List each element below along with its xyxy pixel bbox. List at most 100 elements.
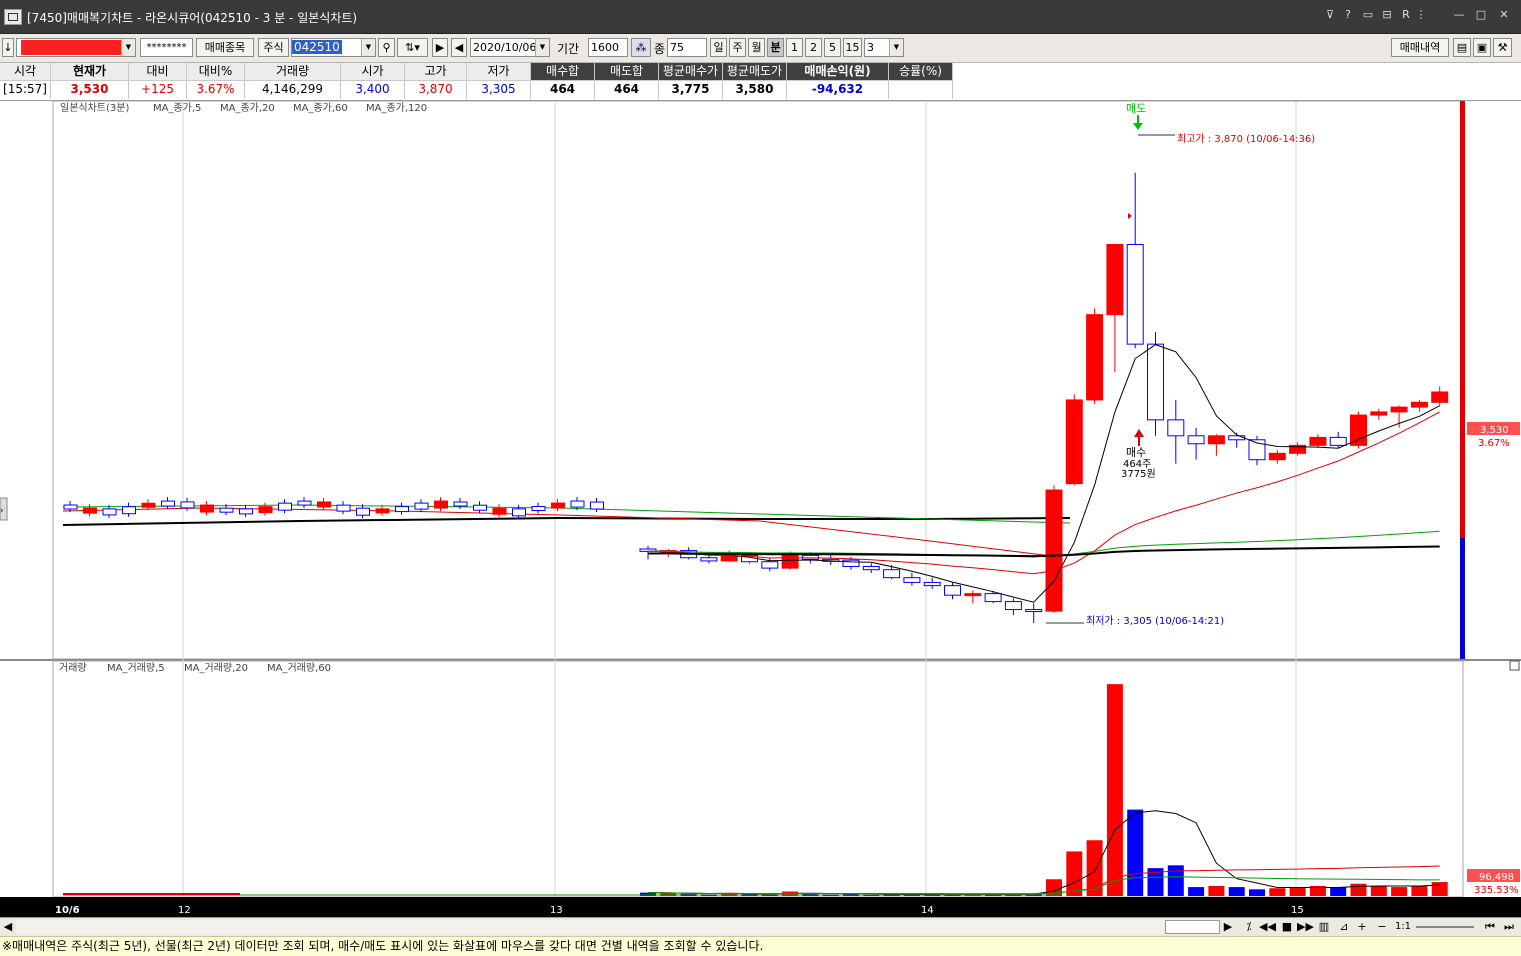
scroll-right-icon[interactable]: ▶: [1222, 920, 1234, 934]
period-label: 기간: [557, 42, 580, 56]
header-sell-sum: 매도합: [595, 63, 659, 81]
header-change-pct: 대비%: [187, 63, 245, 81]
buy-marker-label: 매수: [1126, 446, 1146, 459]
x-axis-label: 10/6: [55, 905, 80, 916]
help-icon[interactable]: ?: [1341, 8, 1355, 22]
maximize-button[interactable]: □: [1474, 8, 1488, 22]
volume-bar: [1370, 885, 1387, 896]
window-tile-icon[interactable]: ▭: [1361, 8, 1375, 22]
volume-bar: [1411, 885, 1428, 896]
chevron-down-icon[interactable]: ▼: [361, 39, 375, 56]
header-buy-sum: 매수합: [531, 63, 595, 81]
date-value: 2020/10/06: [473, 41, 537, 54]
chart-type-icon[interactable]: ▥: [1316, 920, 1332, 934]
volume-bar: [1167, 865, 1184, 896]
folder-open-icon[interactable]: ▤: [1453, 38, 1471, 57]
x-axis-label: 13: [550, 905, 563, 916]
volume-legend-title: 거래량: [59, 662, 87, 674]
app-icon[interactable]: [4, 9, 22, 25]
price-panel-frame: [52, 101, 1464, 660]
grid-settings-icon[interactable]: ⁂: [631, 38, 651, 57]
refresh-r-icon[interactable]: R: [1399, 8, 1413, 22]
candle: [1065, 394, 1083, 486]
date-input[interactable]: 2020/10/06 ▼: [470, 38, 550, 57]
minute-1-button[interactable]: 1: [786, 38, 803, 57]
volume-bar: [1330, 887, 1347, 896]
minimize-button[interactable]: —: [1452, 8, 1466, 22]
volume-legend-ma20: MA_거래량,20: [184, 662, 248, 674]
value-volume: 4,146,299: [245, 81, 341, 99]
rewind-icon[interactable]: ◀◀: [1259, 920, 1276, 934]
go-end-left-icon[interactable]: ⏮: [1483, 920, 1497, 934]
interval-value: 3: [867, 41, 874, 54]
minute-2-button[interactable]: 2: [805, 38, 822, 57]
price-legend-ma120: MA_종가,120: [366, 102, 427, 114]
sort-select[interactable]: ⇅▾: [397, 38, 428, 57]
indicator-icon[interactable]: ⊿: [1336, 920, 1352, 934]
value-time: [15:57]: [0, 81, 51, 99]
scroll-thumb[interactable]: [1165, 920, 1220, 934]
interval-select[interactable]: 3 ▼: [864, 38, 904, 57]
window-split-icon[interactable]: ⊟: [1380, 8, 1394, 22]
zoom-in-icon[interactable]: +: [1355, 920, 1369, 934]
go-end-right-icon[interactable]: ⏭: [1502, 920, 1516, 934]
prev-arrow-icon[interactable]: ◀: [451, 38, 467, 57]
pin-icon[interactable]: ⊽: [1323, 8, 1337, 22]
trade-items-button[interactable]: 매매종목: [196, 38, 254, 57]
header-avg-sell: 평균매도가: [723, 63, 787, 81]
edit-icon[interactable]: ⁒: [1242, 920, 1256, 934]
market-select[interactable]: 주식: [258, 38, 289, 57]
price-position-bar-blue: [1460, 538, 1465, 659]
minute-button[interactable]: 분: [767, 38, 784, 57]
chart-area[interactable]: › 일본식차트(3분) MA_종가,5 MA_종가,20 MA_종가,60 MA…: [0, 101, 1521, 917]
value-winrate: [889, 81, 953, 99]
code-input-value: 042510: [292, 40, 342, 54]
price-legend-ma60: MA_종가,60: [293, 102, 348, 114]
month-button[interactable]: 월: [748, 38, 765, 57]
volume-close-icon[interactable]: [1509, 660, 1520, 671]
wrench-icon[interactable]: ⚒: [1493, 38, 1512, 57]
minute-5-button[interactable]: 5: [824, 38, 841, 57]
value-low: 3,305: [467, 81, 531, 99]
zoom-out-icon[interactable]: −: [1375, 920, 1389, 934]
scroll-left-icon[interactable]: ◀: [2, 920, 14, 934]
volume-bar: [1350, 883, 1367, 896]
period-input[interactable]: 1600: [588, 38, 628, 57]
account-select[interactable]: ▼: [16, 38, 136, 57]
save-icon[interactable]: ▣: [1473, 38, 1491, 57]
next-arrow-icon[interactable]: ▶: [432, 38, 448, 57]
header-volume: 거래량: [245, 63, 341, 81]
value-open: 3,400: [341, 81, 405, 99]
chevron-down-icon[interactable]: ▼: [889, 39, 903, 56]
zoom-slider[interactable]: [1416, 926, 1474, 928]
chevron-down-icon[interactable]: ▼: [121, 39, 135, 56]
notice-bar: ※매매내역은 주식(최근 5년), 선물(최근 2년) 데이터만 조회 되며, …: [0, 936, 1521, 956]
settings-small-icon[interactable]: ⋮: [1414, 8, 1428, 22]
count-input[interactable]: 75: [667, 38, 707, 57]
fast-forward-icon[interactable]: ▶▶: [1297, 920, 1314, 934]
close-button[interactable]: ✕: [1497, 8, 1511, 22]
current-price-tag: 3,530: [1480, 425, 1509, 436]
scroll-track[interactable]: [16, 920, 1164, 934]
window-title: [7450]매매복기차트 - 라온시큐어(042510 - 3 분 - 일본식차…: [27, 11, 358, 25]
account-redacted: [21, 40, 123, 55]
volume-bar: [1289, 887, 1306, 896]
chart-svg[interactable]: › 일본식차트(3분) MA_종가,5 MA_종가,20 MA_종가,60 MA…: [0, 101, 1521, 917]
minute-15-button[interactable]: 15: [843, 38, 862, 57]
stop-icon[interactable]: ■: [1280, 920, 1294, 934]
chevron-down-icon[interactable]: ▼: [535, 39, 549, 56]
day-button[interactable]: 일: [710, 38, 727, 57]
password-field[interactable]: ********: [140, 38, 193, 57]
week-button[interactable]: 주: [729, 38, 746, 57]
search-icon[interactable]: ⚲: [378, 38, 395, 57]
price-position-bar-red: [1460, 101, 1465, 538]
header-current: 현재가: [51, 63, 129, 81]
value-pnl: -94,632: [787, 81, 889, 99]
sort-arrow-icon[interactable]: ↓: [2, 38, 14, 57]
header-low: 저가: [467, 63, 531, 81]
code-input[interactable]: 042510 ▼: [291, 38, 376, 57]
side-collapse-arrow-icon[interactable]: ›: [0, 506, 4, 516]
low-annotation: 최저가 : 3,305 (10/06-14:21): [1086, 615, 1224, 627]
candle: [1045, 485, 1063, 613]
trade-history-button[interactable]: 매매내역: [1391, 38, 1449, 57]
